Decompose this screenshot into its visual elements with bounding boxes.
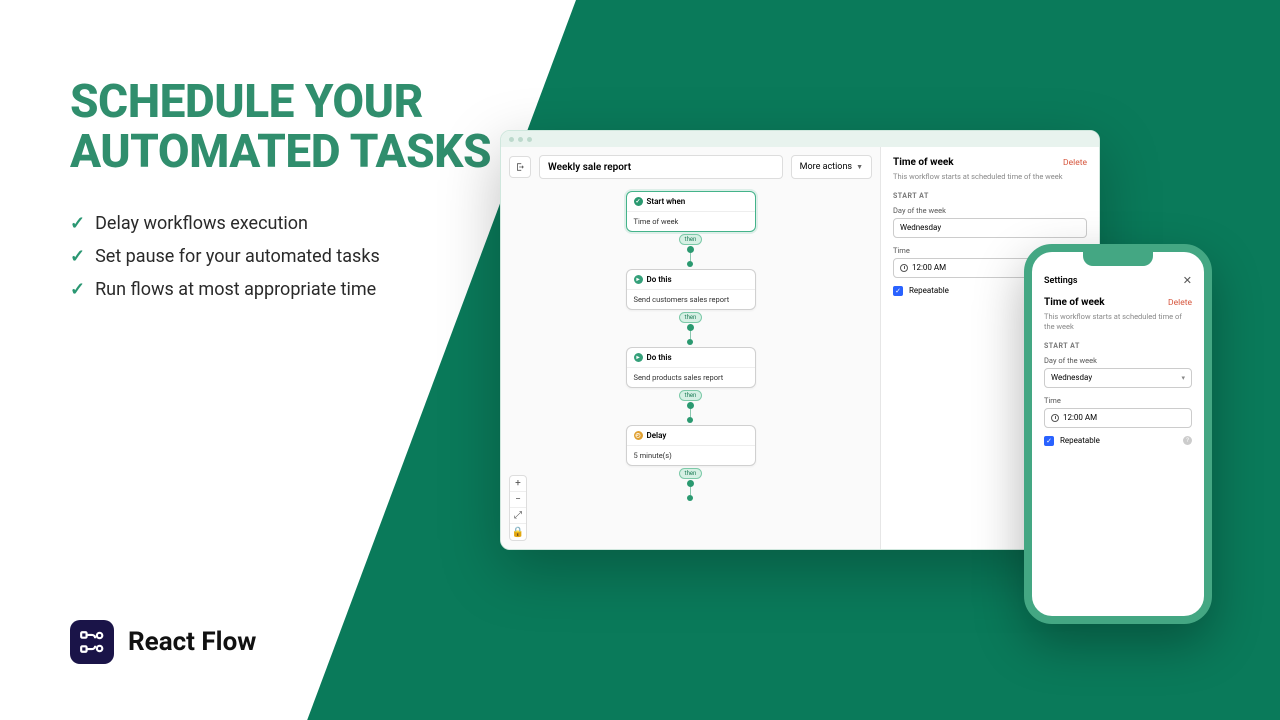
bullet-text: Set pause for your automated tasks <box>95 246 380 267</box>
check-icon: ✓ <box>70 279 85 300</box>
desktop-mockup: Weekly sale report More actions▼ ✓ Start … <box>500 130 1100 550</box>
node-head-label: Delay <box>647 431 667 440</box>
node-head-label: Start when <box>647 197 686 206</box>
node-head-label: Do this <box>647 275 672 284</box>
repeatable-checkbox[interactable]: ✓ <box>1044 436 1054 446</box>
edge-label: then <box>679 468 703 479</box>
edge-label: then <box>679 390 703 401</box>
repeatable-checkbox[interactable]: ✓ <box>893 286 903 296</box>
zoom-controls: + − ⤢ 🔒 <box>509 475 527 541</box>
flow-logo-icon <box>70 620 114 664</box>
play-circle-icon: ▸ <box>634 353 643 362</box>
delete-button[interactable]: Delete <box>1063 158 1087 168</box>
mobile-mockup: Settings ✕ Time of week Delete This work… <box>1024 244 1212 624</box>
delete-edge-icon[interactable] <box>687 324 694 331</box>
phone-notch <box>1083 252 1153 266</box>
delete-button[interactable]: Delete <box>1168 298 1192 308</box>
node-body-label: Time of week <box>627 212 755 231</box>
hero-section: SCHEDULE YOUR AUTOMATED TASKS ✓ Delay wor… <box>70 78 550 312</box>
zoom-out-button[interactable]: − <box>510 492 526 508</box>
day-select[interactable]: Wednesday <box>893 218 1087 238</box>
list-item: ✓ Set pause for your automated tasks <box>70 246 550 267</box>
section-heading: START AT <box>893 192 1087 200</box>
brand-logo: React Flow <box>70 620 256 664</box>
traffic-light-icon <box>518 137 523 142</box>
workflow-title-input[interactable]: Weekly sale report <box>539 155 783 179</box>
clock-icon: ◴ <box>634 431 643 440</box>
back-button[interactable] <box>509 156 531 178</box>
traffic-light-icon <box>527 137 532 142</box>
check-icon: ✓ <box>70 213 85 234</box>
sidebar-title: Time of week <box>893 157 954 168</box>
clock-icon <box>900 264 908 272</box>
close-icon[interactable]: ✕ <box>1183 274 1192 287</box>
checkbox-label: Repeatable <box>1060 436 1100 445</box>
list-item: ✓ Run flows at most appropriate time <box>70 279 550 300</box>
mobile-header-title: Settings <box>1044 276 1078 286</box>
edge-connector: then <box>679 468 703 501</box>
node-head-label: Do this <box>647 353 672 362</box>
mobile-section-title: Time of week <box>1044 297 1105 308</box>
node-body-label: 5 minute(s) <box>627 446 755 465</box>
delay-node[interactable]: ◴ Delay 5 minute(s) <box>626 425 756 466</box>
window-chrome <box>501 131 1099 147</box>
lock-button[interactable]: 🔒 <box>510 524 526 540</box>
play-circle-icon: ▸ <box>634 275 643 284</box>
time-input[interactable]: 12:00 AM <box>1044 408 1192 428</box>
day-select[interactable]: Wednesday <box>1044 368 1192 388</box>
delete-edge-icon[interactable] <box>687 402 694 409</box>
workflow-graph: ✓ Start when Time of week then ▸ Do this S… <box>626 191 756 503</box>
check-circle-icon: ✓ <box>634 197 643 206</box>
canvas-toolbar: Weekly sale report More actions▼ <box>509 155 872 179</box>
page-title: SCHEDULE YOUR AUTOMATED TASKS <box>70 78 550 177</box>
field-label: Day of the week <box>1044 356 1192 365</box>
edge-connector: then <box>679 390 703 423</box>
action-node[interactable]: ▸ Do this Send customers sales report <box>626 269 756 310</box>
edge-connector: then <box>679 312 703 345</box>
fit-view-button[interactable]: ⤢ <box>510 508 526 524</box>
field-label: Time <box>1044 396 1192 405</box>
help-icon[interactable]: ? <box>1183 436 1192 445</box>
edge-label: then <box>679 234 703 245</box>
more-actions-button[interactable]: More actions▼ <box>791 155 872 179</box>
mobile-description: This workflow starts at scheduled time o… <box>1044 312 1192 332</box>
delete-edge-icon[interactable] <box>687 480 694 487</box>
flow-canvas[interactable]: Weekly sale report More actions▼ ✓ Start … <box>501 147 881 549</box>
feature-bullets: ✓ Delay workflows execution ✓ Set pause fo… <box>70 213 550 300</box>
clock-icon <box>1051 414 1059 422</box>
edge-connector: then <box>679 234 703 267</box>
bullet-text: Run flows at most appropriate time <box>95 279 376 300</box>
chevron-down-icon: ▼ <box>856 163 863 171</box>
check-icon: ✓ <box>70 246 85 267</box>
sidebar-description: This workflow starts at scheduled time o… <box>893 172 1087 182</box>
action-node[interactable]: ▸ Do this Send products sales report <box>626 347 756 388</box>
list-item: ✓ Delay workflows execution <box>70 213 550 234</box>
field-label: Day of the week <box>893 206 1087 215</box>
node-body-label: Send customers sales report <box>627 290 755 309</box>
traffic-light-icon <box>509 137 514 142</box>
bullet-text: Delay workflows execution <box>95 213 308 234</box>
zoom-in-button[interactable]: + <box>510 476 526 492</box>
trigger-node[interactable]: ✓ Start when Time of week <box>626 191 756 232</box>
section-heading: START AT <box>1044 342 1192 350</box>
delete-edge-icon[interactable] <box>687 246 694 253</box>
edge-label: then <box>679 312 703 323</box>
brand-name: React Flow <box>128 627 256 657</box>
checkbox-label: Repeatable <box>909 286 949 295</box>
node-body-label: Send products sales report <box>627 368 755 387</box>
